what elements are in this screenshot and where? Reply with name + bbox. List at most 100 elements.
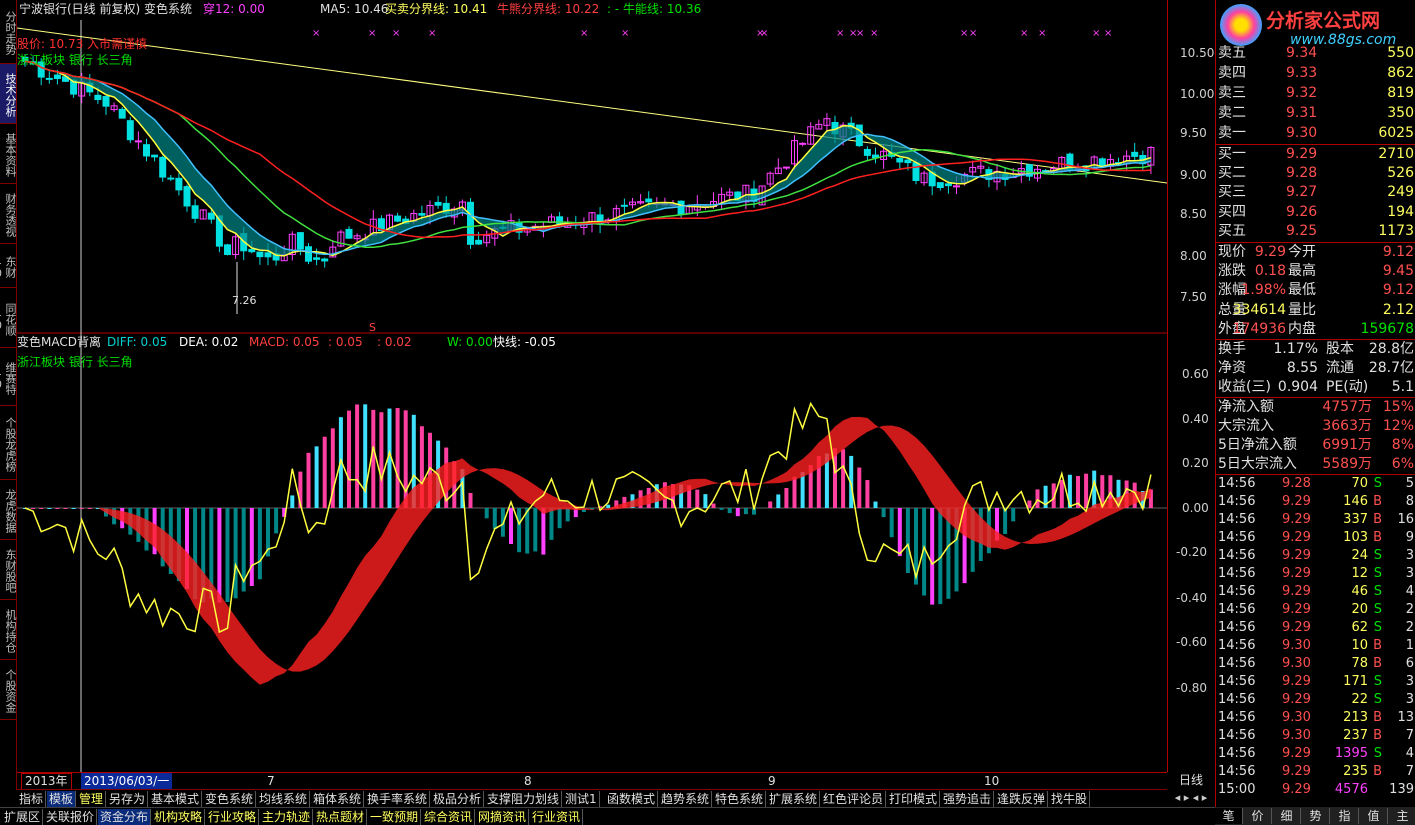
detail-tab[interactable]: 笔: [1215, 808, 1243, 824]
indicator-tab[interactable]: 均线系统: [257, 791, 311, 807]
indicator-tab[interactable]: 换手率系统: [365, 791, 431, 807]
tick-count: 8: [1405, 494, 1414, 509]
flow-value: 5589万: [1322, 456, 1372, 472]
detail-tab[interactable]: 势: [1302, 808, 1330, 824]
indicator-tab[interactable]: 另存为: [107, 791, 149, 807]
flower-logo-icon: [1220, 4, 1262, 46]
info-tab[interactable]: 机构攻略: [152, 809, 206, 825]
info-tab[interactable]: 关联报价: [44, 809, 98, 825]
stat-row: 涨跌 0.18 最高 9.45: [1218, 262, 1414, 281]
stat-label: 涨跌: [1218, 263, 1246, 280]
tick-direction: B: [1373, 656, 1382, 671]
detail-tab[interactable]: 指: [1331, 808, 1359, 824]
indicator-tab[interactable]: 基本模式: [149, 791, 203, 807]
detail-tab[interactable]: 细: [1273, 808, 1301, 824]
indicator-tab[interactable]: 找牛股: [1049, 791, 1091, 807]
info-tab[interactable]: 一致预期: [368, 809, 422, 825]
period-selector[interactable]: 日线: [1168, 772, 1214, 789]
indicator-tab[interactable]: 扩展系统: [767, 791, 821, 807]
candle-body: [175, 177, 183, 191]
fund-value: 28.8亿: [1368, 341, 1414, 357]
indicator-tab[interactable]: 函数模式: [605, 791, 659, 807]
left-tab-5[interactable]: 同花顺10: [0, 288, 17, 348]
tick-direction: B: [1373, 512, 1382, 527]
tick-row: 14:56 9.29 103 B 9: [1216, 529, 1415, 547]
tick-row: 14:56 9.29 24 S 3: [1216, 547, 1415, 565]
kline-chart-svg[interactable]: × × × × × × ×× × ×× × × × × × × ×S: [16, 0, 1168, 772]
left-tab-4[interactable]: 东财10: [0, 244, 17, 288]
low-price-label: 7.26: [232, 294, 257, 307]
macd-bar: [225, 508, 230, 603]
left-tab-1[interactable]: 技术分析: [0, 64, 17, 124]
detail-tab[interactable]: 值: [1360, 808, 1388, 824]
macd-bar: [314, 446, 319, 508]
cross-marker: ×: [312, 28, 320, 39]
tick-time: 14:56: [1218, 728, 1256, 743]
left-tab-2[interactable]: 基本资料: [0, 124, 17, 184]
info-tab[interactable]: 行业资讯: [530, 809, 584, 825]
left-tab-6[interactable]: 维赛特10: [0, 348, 17, 406]
tick-direction: S: [1373, 584, 1382, 599]
indicator-tab[interactable]: 箱体系统: [311, 791, 365, 807]
indicator-tab[interactable]: 逢跌反弹: [995, 791, 1049, 807]
indicator-tab[interactable]: 强势追击: [941, 791, 995, 807]
candle-body: [912, 162, 920, 181]
left-tab-0[interactable]: 分时走势: [0, 0, 17, 64]
left-tab-9[interactable]: 东财股吧: [0, 540, 17, 600]
info-tab[interactable]: 网摘资讯: [476, 809, 530, 825]
indicator-tab[interactable]: 测试1: [563, 791, 600, 807]
left-tab-7[interactable]: 个股龙虎榜: [0, 406, 17, 480]
indicator-tab[interactable]: 指标: [17, 791, 47, 807]
sell-price: 9.31: [1286, 105, 1318, 121]
tick-time: 14:56: [1218, 566, 1256, 581]
tick-time: 14:56: [1218, 602, 1256, 617]
tick-price: 9.29: [1282, 692, 1311, 707]
macd-bar: [484, 508, 489, 519]
buy-price: 9.29: [1286, 146, 1318, 162]
info-tab[interactable]: 主力轨迹: [260, 809, 314, 825]
info-tab[interactable]: 热点题材: [314, 809, 368, 825]
macd-bar: [492, 508, 497, 529]
info-tab[interactable]: 资金分布: [98, 809, 152, 825]
candle-body: [151, 154, 159, 158]
macd-bar: [322, 436, 327, 508]
buy-row: 买三 9.27 249: [1218, 183, 1414, 202]
macd-bar: [347, 410, 351, 508]
indicator-tab[interactable]: 管理: [77, 791, 107, 807]
candle-body: [645, 198, 653, 203]
cross-marker: ×: [1020, 28, 1028, 39]
indicator-tab[interactable]: 模板: [47, 791, 77, 807]
info-tab[interactable]: 行业攻略: [206, 809, 260, 825]
stat-label: 最高: [1288, 263, 1316, 280]
indicator-tab[interactable]: 支撑阻力划线: [485, 791, 563, 807]
indicator-tab[interactable]: 打印模式: [887, 791, 941, 807]
detail-tab[interactable]: 价: [1244, 808, 1272, 824]
indicator-tab[interactable]: 趋势系统: [659, 791, 713, 807]
fund-row: 收益(三) 0.904 PE(动) 5.1: [1218, 378, 1414, 397]
indicator-tab[interactable]: 变色系统: [203, 791, 257, 807]
buy-label: 买二: [1218, 165, 1246, 182]
chart-area[interactable]: × × × × × × × × × × × × × × × × × × S: [16, 0, 1168, 772]
left-tab-8[interactable]: 龙虎数据: [0, 480, 17, 540]
indicator-tab[interactable]: 极品分析: [431, 791, 485, 807]
indicator-tab[interactable]: 特色系统: [713, 791, 767, 807]
left-tab-10[interactable]: 机构持仓: [0, 600, 17, 660]
left-tab-11[interactable]: 个股资金: [0, 660, 17, 720]
indicator-tab[interactable]: 红色评论员: [821, 791, 887, 807]
macd-bar: [468, 492, 473, 508]
tab-scroll-controls[interactable]: ◂ ▸ ◂ ▸: [1167, 790, 1215, 806]
tick-count: 9: [1405, 530, 1414, 545]
sell-volume: 350: [1387, 105, 1414, 121]
buy-price: 9.28: [1286, 165, 1318, 182]
buy-row: 买五 9.25 1173: [1218, 222, 1414, 241]
left-tab-3[interactable]: 财务透视: [0, 184, 17, 244]
tick-price: 9.29: [1282, 548, 1311, 563]
detail-tab[interactable]: 主: [1389, 808, 1415, 824]
info-tab[interactable]: 综合资讯: [422, 809, 476, 825]
stat-label: 内盘: [1288, 320, 1316, 337]
candle-body: [953, 185, 960, 188]
buy-label: 买一: [1218, 146, 1246, 162]
info-tab[interactable]: 扩展区: [2, 809, 44, 825]
tick-volume: 24: [1351, 548, 1368, 563]
flow-label: 5日净流入额: [1218, 437, 1297, 453]
